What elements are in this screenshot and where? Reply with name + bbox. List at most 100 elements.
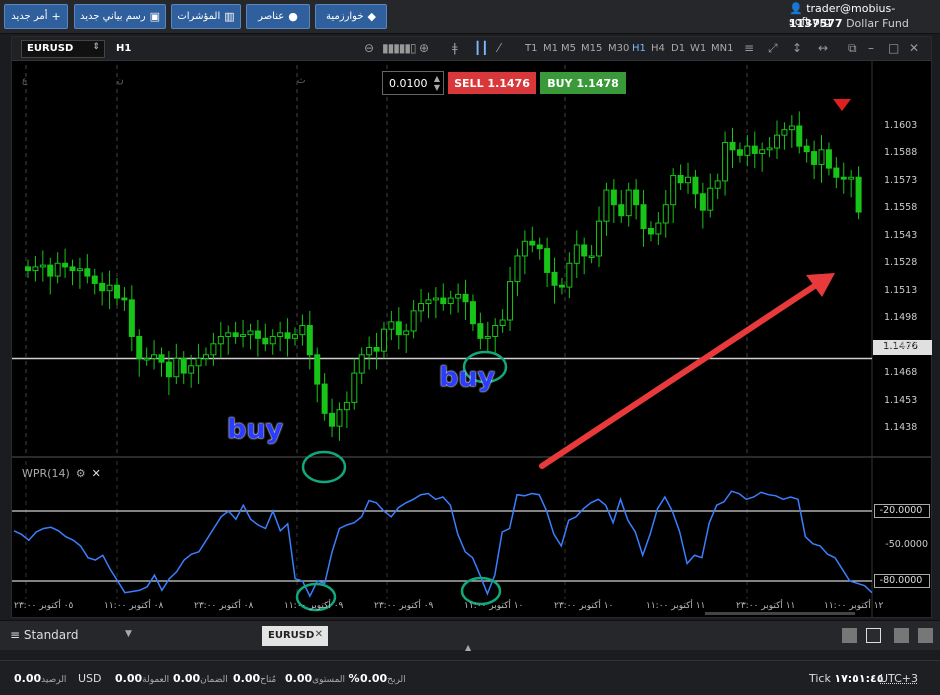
- close-icon[interactable]: ✕: [92, 467, 101, 480]
- horizontal-resize-icon[interactable]: ↔: [818, 41, 828, 55]
- candle-body: [610, 189, 617, 206]
- new-order-label: أمر جديد: [11, 11, 48, 22]
- layout-single-icon[interactable]: [842, 628, 857, 643]
- candle-body: [69, 266, 76, 272]
- candle-body: [781, 129, 788, 136]
- zoom-slider[interactable]: ▮▮▮▮▮▯: [382, 41, 417, 55]
- layout-select[interactable]: ≡ Standard ▼: [10, 628, 132, 642]
- candle-body: [39, 264, 46, 268]
- timeframe-d1[interactable]: D1: [671, 43, 685, 54]
- candle-body: [440, 297, 447, 305]
- time-axis-label: ١٠ أكتوبر ٢٣:٠٠: [554, 601, 614, 611]
- chart-tab[interactable]: EURUSD ✕: [262, 626, 328, 646]
- plus-icon: +: [51, 10, 61, 23]
- new-chart-button[interactable]: رسم بياني جديد ▣: [74, 4, 166, 29]
- minimize-icon[interactable]: –: [868, 41, 874, 55]
- elements-button[interactable]: عناصر ●: [246, 4, 310, 29]
- candlestick-icon[interactable]: ┃┃: [474, 41, 488, 55]
- candle-body: [358, 354, 365, 374]
- indicators-button[interactable]: المؤشرات ▥: [171, 4, 241, 29]
- candle-body: [729, 141, 736, 151]
- indicator-level-label: -50.0000: [885, 539, 928, 550]
- free-margin-label: مُتاح: [260, 675, 277, 685]
- buy-button[interactable]: BUY 1.1478: [540, 72, 626, 94]
- candle-body: [521, 240, 528, 257]
- trend-icon[interactable]: ⤢: [768, 41, 778, 56]
- gear-icon[interactable]: ⚙: [76, 467, 86, 480]
- new-order-button[interactable]: أمر جديد +: [4, 4, 68, 29]
- time-axis-label: ٠٨ أكتوبر ١١:٠٠: [104, 601, 164, 611]
- candle-body: [269, 335, 276, 345]
- candle-body: [291, 334, 298, 339]
- timeframe-h4[interactable]: H4: [651, 43, 665, 54]
- time-axis-label: ٠٩ أكتوبر ١١:٠٠: [284, 601, 344, 611]
- day-mark: ث: [297, 76, 305, 86]
- candle-body: [395, 321, 402, 336]
- candle-body: [796, 125, 803, 147]
- candle-body: [647, 227, 654, 235]
- lot-size-input[interactable]: 0.0100 ▲ ▼: [382, 71, 444, 95]
- time-axis-label: ١٢ أكتوبر ١١:٠٠: [824, 601, 884, 611]
- chart-header: EURUSD ⇕ H1 ⊖ ▮▮▮▮▮▯ ⊕ ǂ ┃┃ ⁄ ≡ ⤢ ↕ ↔ ⧉ …: [12, 37, 931, 61]
- candle-body: [544, 248, 551, 273]
- indicators-label: المؤشرات: [177, 11, 221, 22]
- account-info[interactable]: 👤 trader@mobius-soft.org 1137577 Dollar …: [789, 2, 934, 32]
- candle-body: [128, 299, 135, 337]
- collapse-handle-icon[interactable]: ▲: [465, 643, 471, 652]
- candle-body: [299, 325, 306, 336]
- price-axis-label: 1.1543: [884, 229, 918, 241]
- timeframe-m5[interactable]: M5: [561, 43, 576, 54]
- candle-body: [714, 180, 721, 189]
- bar-chart-icon[interactable]: ǂ: [452, 41, 458, 55]
- candle-body: [618, 204, 625, 217]
- candle-body: [685, 176, 692, 184]
- chart-canvas[interactable]: عنثرخ: [12, 61, 931, 617]
- timeframe-m1[interactable]: M1: [543, 43, 558, 54]
- vertical-resize-icon[interactable]: ↕: [792, 41, 802, 55]
- maximize-icon[interactable]: □: [888, 41, 899, 55]
- time-axis-label: ٠٥ أكتوبر ٢٣:٠٠: [14, 601, 74, 611]
- zoom-out-icon[interactable]: ⊖: [364, 41, 374, 55]
- candle-body: [225, 332, 232, 337]
- candle-body: [284, 332, 291, 339]
- layout-rows-icon[interactable]: [918, 628, 933, 643]
- candle-body: [469, 301, 476, 325]
- timeframe-w1[interactable]: W1: [690, 43, 706, 54]
- timeframe-m15[interactable]: M15: [581, 43, 602, 54]
- timeframe-m30[interactable]: M30: [608, 43, 629, 54]
- timeframe-mn1[interactable]: MN1: [711, 43, 733, 54]
- draw-lines-icon[interactable]: ≡: [744, 41, 754, 55]
- candle-body: [699, 193, 706, 211]
- symbol-select[interactable]: EURUSD ⇕: [21, 40, 105, 58]
- tick-label: Tick: [809, 672, 831, 685]
- candle-body: [477, 323, 484, 339]
- timeframe-h1[interactable]: H1: [632, 43, 646, 54]
- close-icon[interactable]: ✕: [315, 629, 323, 640]
- layout-columns-icon[interactable]: [894, 628, 909, 643]
- timezone[interactable]: UTC+3: [880, 672, 918, 685]
- balance-label: الرصيد: [41, 675, 67, 685]
- free-margin-value: 0.00: [233, 672, 261, 685]
- timeframe-t1[interactable]: T1: [525, 43, 537, 54]
- layout-grid-icon[interactable]: [866, 628, 881, 643]
- indicator-header: WPR(14) ⚙ ✕: [22, 467, 101, 480]
- buy-annotation: buy: [227, 414, 284, 445]
- algorithm-button[interactable]: خوارزمية ◆: [315, 4, 387, 29]
- candle-body: [336, 409, 343, 427]
- close-icon[interactable]: ✕: [909, 41, 919, 55]
- line-chart-icon[interactable]: ⁄: [498, 41, 500, 55]
- candle-body: [655, 222, 662, 235]
- zoom-in-icon[interactable]: ⊕: [419, 41, 429, 55]
- trend-arrow: [539, 278, 825, 469]
- indicator-level-label: -20.0000: [874, 504, 930, 518]
- candle-body: [803, 145, 810, 153]
- candle-body: [581, 244, 588, 257]
- status-bar: 0.00الرصيد USD 0.00العمولة 0.00الضمان 0.…: [0, 660, 940, 695]
- sell-button[interactable]: SELL 1.1476: [448, 72, 536, 94]
- candle-body: [573, 244, 580, 264]
- candle-body: [692, 176, 699, 195]
- candle-body: [84, 268, 91, 277]
- workspace-tabbar: ≡ Standard ▼ EURUSD ✕ ▲: [0, 620, 940, 652]
- detach-icon[interactable]: ⧉: [848, 41, 857, 56]
- price-axis-label: 1.1603: [884, 120, 918, 131]
